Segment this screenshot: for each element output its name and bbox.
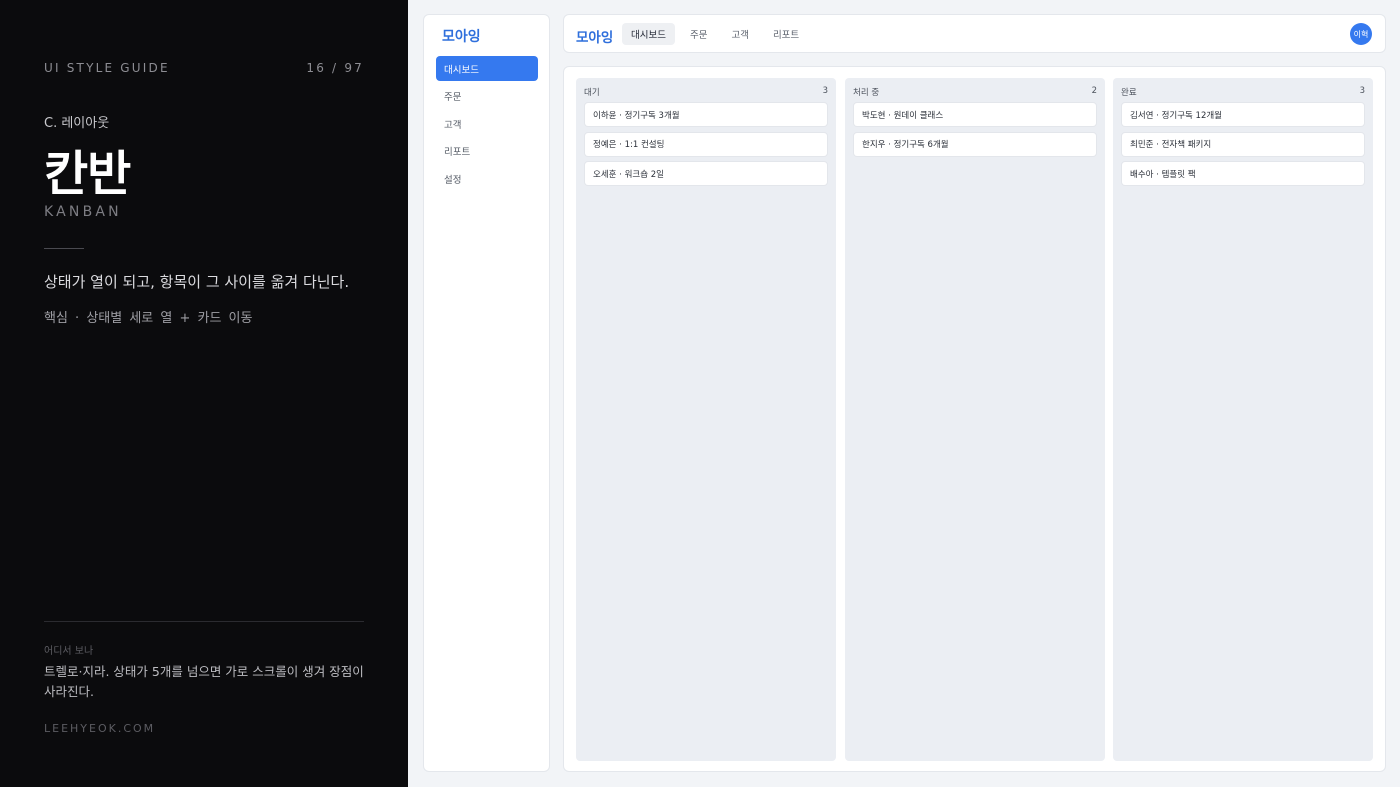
sidebar-item-settings[interactable]: 설정 [436, 166, 538, 191]
column-in-progress: 처리 중 2 박도현 · 원데이 클래스 한지우 · 정기구독 6개월 [845, 78, 1105, 761]
column-title: 처리 중 [853, 88, 880, 98]
tab-customers[interactable]: 고객 [722, 23, 757, 45]
sidebar-item-customers[interactable]: 고객 [436, 111, 538, 136]
sidebar-item-reports[interactable]: 리포트 [436, 139, 538, 164]
column-title: 대기 [584, 88, 600, 98]
card-list: 박도현 · 원데이 클래스 한지우 · 정기구독 6개월 [854, 103, 1096, 162]
brand-logo[interactable]: 모아잉 [442, 26, 481, 46]
kanban-card[interactable]: 김서연 · 정기구독 12개월 [1122, 103, 1364, 126]
footer-divider [44, 621, 364, 622]
top-tabs: 대시보드 주문 고객 리포트 [622, 23, 808, 45]
section-label: C. 레이아웃 [44, 116, 110, 131]
guide-description: 상태가 열이 되고, 항목이 그 사이를 옮겨 다닌다. [44, 273, 350, 291]
column-count: 2 [1091, 86, 1097, 96]
kanban-card[interactable]: 정예은 · 1:1 컨설팅 [585, 132, 827, 156]
tab-reports[interactable]: 리포트 [764, 23, 808, 45]
tab-dashboard[interactable]: 대시보드 [622, 23, 675, 45]
guide-title: 칸반 [44, 146, 131, 202]
column-waiting: 대기 3 이하윤 · 정기구독 3개월 정예은 · 1:1 컨설팅 오세훈 · … [576, 78, 836, 761]
column-count: 3 [822, 86, 828, 96]
guide-label: UI STYLE GUIDE [44, 61, 170, 75]
column-header: 대기 3 [584, 86, 828, 98]
side-nav: 모아잉 대시보드 주문 고객 리포트 설정 [423, 14, 550, 772]
column-title: 완료 [1121, 88, 1137, 98]
kanban-card[interactable]: 한지우 · 정기구독 6개월 [854, 132, 1096, 156]
page-counter: 16 / 97 [306, 61, 364, 75]
guide-header: UI STYLE GUIDE 16 / 97 [44, 61, 364, 75]
where-text: 트렐로·지라. 상태가 5개를 넘으면 가로 스크롤이 생겨 장점이 사라진다. [44, 664, 364, 699]
column-header: 완료 3 [1121, 86, 1365, 98]
topbar-brand[interactable]: 모아잉 [576, 26, 613, 46]
nav-list: 대시보드 주문 고객 리포트 설정 [436, 56, 538, 194]
site-label: LEEHYEOK.COM [44, 722, 156, 735]
guide-panel: UI STYLE GUIDE 16 / 97 C. 레이아웃 칸반 KANBAN… [0, 0, 408, 787]
kanban-card[interactable]: 배수아 · 템플릿 팩 [1122, 162, 1364, 185]
card-list: 이하윤 · 정기구독 3개월 정예은 · 1:1 컨설팅 오세훈 · 워크숍 2… [585, 103, 827, 192]
kanban-card[interactable]: 오세훈 · 워크숍 2일 [585, 162, 827, 185]
sidebar-item-orders[interactable]: 주문 [436, 84, 538, 109]
kanban-card[interactable]: 박도현 · 원데이 클래스 [854, 103, 1096, 126]
sidebar-item-dashboard[interactable]: 대시보드 [436, 56, 538, 81]
where-label: 어디서 보나 [44, 646, 94, 657]
kanban-card[interactable]: 이하윤 · 정기구독 3개월 [585, 103, 827, 126]
kanban-board: 대기 3 이하윤 · 정기구독 3개월 정예은 · 1:1 컨설팅 오세훈 · … [563, 66, 1386, 772]
column-header: 처리 중 2 [853, 86, 1097, 98]
kanban-card[interactable]: 최민준 · 전자책 패키지 [1122, 132, 1364, 156]
column-done: 완료 3 김서연 · 정기구독 12개월 최민준 · 전자책 패키지 배수아 ·… [1113, 78, 1373, 761]
avatar[interactable]: 이혁 [1350, 23, 1372, 45]
tab-orders[interactable]: 주문 [681, 23, 716, 45]
top-bar: 모아잉 대시보드 주문 고객 리포트 이혁 [563, 14, 1386, 53]
column-count: 3 [1359, 86, 1365, 96]
guide-core-point: 핵심 · 상태별 세로 열 + 카드 이동 [44, 311, 253, 326]
card-list: 김서연 · 정기구독 12개월 최민준 · 전자책 패키지 배수아 · 템플릿 … [1122, 103, 1364, 192]
guide-subtitle: KANBAN [44, 204, 122, 220]
divider [44, 248, 84, 249]
